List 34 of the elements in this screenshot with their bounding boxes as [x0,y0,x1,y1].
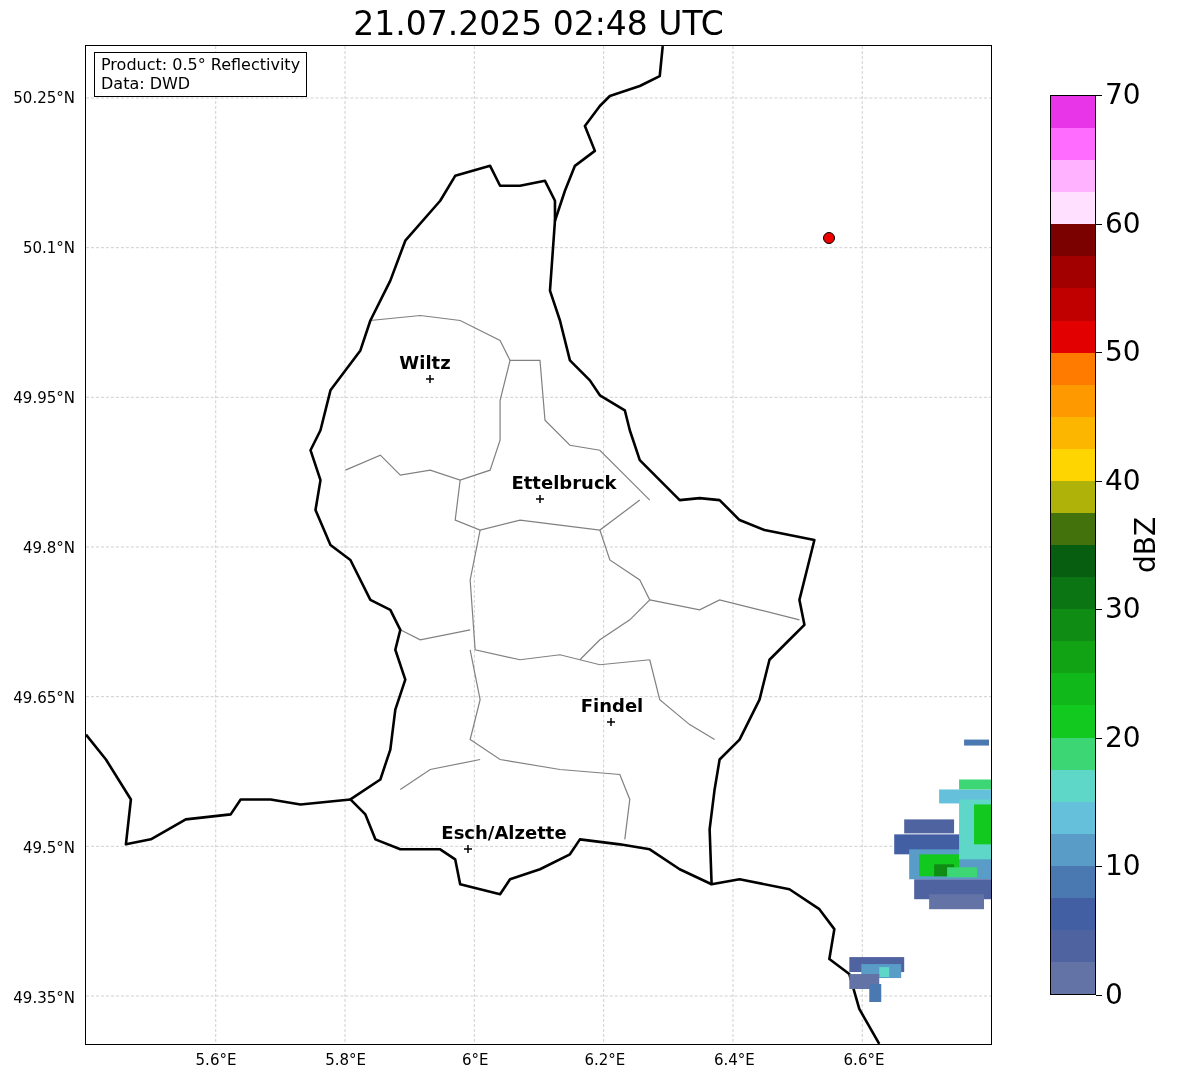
latitude-label: 49.35°N [13,989,75,1007]
longitude-label: 6°E [461,1051,489,1069]
longitude-label: 5.8°E [325,1051,366,1069]
city-label: Findel [580,696,644,716]
colorbar-tick-label: 10 [1096,850,1141,883]
info-text: Product: 0.5° Reflectivity [101,55,301,74]
colorbar-tick-label: 0 [1096,979,1123,1011]
latitude-label: 50.1°N [22,239,75,257]
longitude-label: 6.2°E [584,1051,626,1069]
latitude-label: 49.5°N [22,839,75,857]
city-label: Wiltz [399,353,451,373]
latitude-label: 49.95°N [13,389,75,407]
colorbar-tick-label: 40 [1096,464,1141,497]
info-text: Data: DWD [101,74,192,93]
longitude-label: 6.4°E [713,1051,755,1069]
radar-site-marker [822,231,836,245]
city-label: Ettelbruck [511,473,617,493]
longitude-label: 5.6°E [195,1051,237,1069]
city-marker-icon [536,495,544,503]
colorbar-tick-label: 20 [1096,721,1141,754]
colorbar-tick-label: 60 [1096,207,1141,240]
colorbar-tick-label: 30 [1096,593,1141,626]
latitude-label: 50.25°N [13,89,75,107]
city-marker-icon [607,718,615,726]
longitude-label: 6.6°E [843,1051,885,1069]
colorbar-tick-label: 50 [1096,336,1141,369]
city-marker-icon [426,375,434,383]
latitude-label: 49.65°N [13,689,75,707]
colorbar-tick-label: 70 [1096,79,1141,111]
latitude-label: 49.8°N [22,539,75,557]
colorbar-label: dBZ [1128,516,1162,574]
city-label: Esch/Alzette [441,823,567,843]
city-marker-icon [464,845,472,853]
chart-title: 21.07.2025 02:48 UTC [352,4,725,44]
